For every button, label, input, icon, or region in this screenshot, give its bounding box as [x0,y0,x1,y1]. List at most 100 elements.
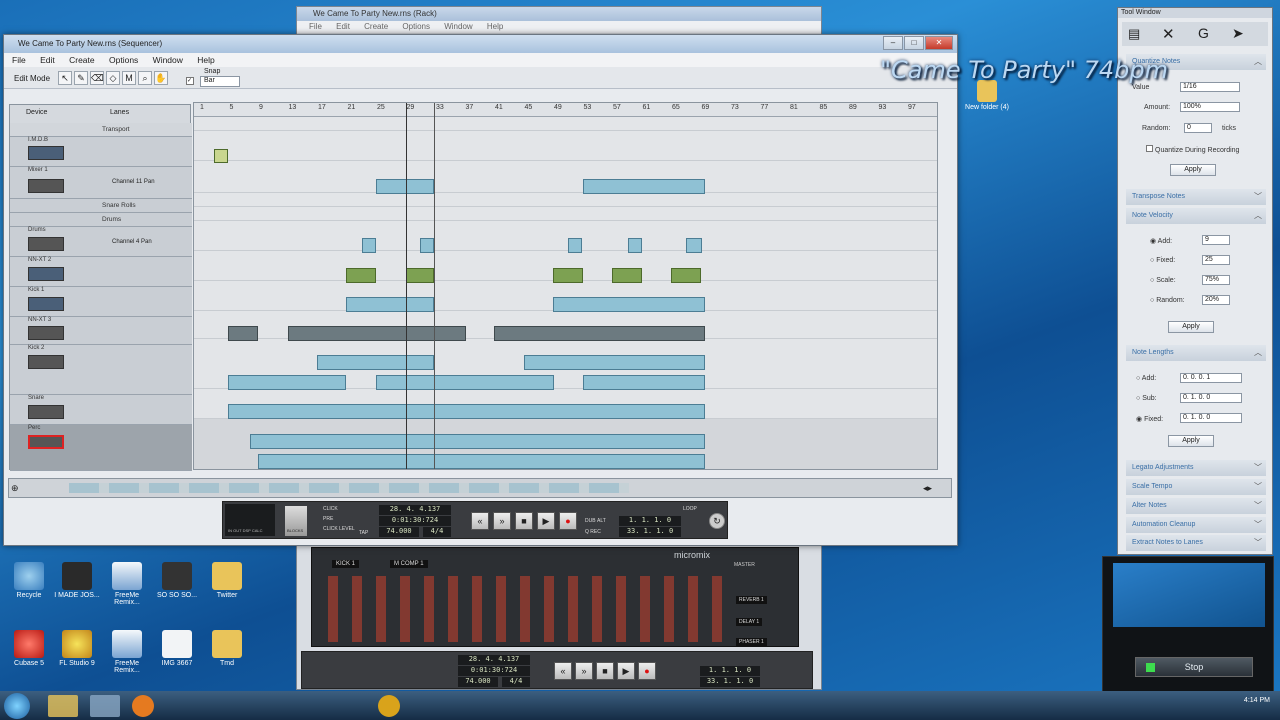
track-kick2[interactable]: Kick 2 [10,345,192,395]
desktop-icon-img[interactable]: IMG 3667 [152,630,202,667]
tool-window[interactable]: Tool Window ▤ ✕ G ➤ Quantize Notes ︿ Val… [1117,7,1273,555]
lengths-sub-field[interactable]: 0. 1. 0. 0 [1180,393,1242,403]
clip[interactable] [250,434,705,449]
clip[interactable] [553,268,583,283]
hand-tool-icon[interactable]: ✋ [154,71,168,85]
lengths-apply-button[interactable]: Apply [1168,435,1214,447]
tools-tab-icon[interactable]: ▤ [1128,26,1140,42]
rack-menu-create[interactable]: Create [364,22,388,31]
section-alter-notes[interactable]: Alter Notes ﹀ [1126,498,1266,514]
track-kick1[interactable]: Kick 1 [10,287,192,317]
stop-recording-button[interactable]: Stop [1135,657,1253,677]
arrangement-grid[interactable]: 1 5 9 13 17 21 25 29 33 37 41 45 49 53 57 61 65 69 73 77 81 8… [193,102,938,470]
clip[interactable] [288,326,466,341]
clip[interactable] [583,375,705,390]
rack-tempo-display[interactable]: 74.000 [458,677,498,687]
track-snare-rolls[interactable]: Snare Rolls [10,199,192,213]
track-mixer1[interactable]: Mixer 1 Channel 11 Pan [10,167,192,199]
rewind-button[interactable]: « [471,512,489,530]
desktop-icon-twitter[interactable]: Twitter [202,562,252,599]
desktop-icon-tmd[interactable]: Tmd [202,630,252,667]
record-button[interactable]: ● [559,512,577,530]
send-delay[interactable]: DELAY 1 [736,618,763,626]
signature-display[interactable]: 4/4 [423,527,451,537]
loop-label[interactable]: LOOP [683,506,697,512]
follow-song-icon[interactable]: ↻ [709,513,725,529]
velocity-scale-field[interactable]: 75% [1202,275,1230,285]
clip[interactable] [671,268,701,283]
taskbar-explorer-icon[interactable] [48,695,78,717]
menu-file[interactable]: File [12,55,26,65]
track-list[interactable]: Device Lanes Transport I.M.D.B Mixer 1 C… [9,104,192,471]
velocity-apply-button[interactable]: Apply [1168,321,1214,333]
clip[interactable] [258,454,705,469]
tempo-display[interactable]: 74.000 [379,527,419,537]
pencil-tool-icon[interactable]: ✎ [74,71,88,85]
clip[interactable] [214,149,228,163]
desktop-icon-recycle[interactable]: Recycle [4,562,54,599]
velocity-fixed-radio[interactable]: ○ Fixed: [1150,257,1175,264]
clip[interactable] [228,404,705,419]
lengths-fixed-radio[interactable]: ◉ Fixed: [1136,415,1163,423]
menu-window[interactable]: Window [153,55,183,65]
micromix-mixer[interactable]: KICK 1 M COMP 1 micromix MASTER REVERB 1… [311,547,799,647]
quantize-random-field[interactable]: 0 [1184,123,1212,133]
desktop-icon-flstudio[interactable]: FL Studio 9 [52,630,102,667]
clip[interactable] [317,355,434,370]
rack-transport-bar[interactable]: 28. 4. 4.137 0:01:30:724 74.000 4/4 « » … [301,651,813,689]
desktop-icon-cubase[interactable]: Cubase 5 [4,630,54,667]
clip[interactable] [376,179,434,194]
clip[interactable] [494,326,705,341]
clip[interactable] [524,355,705,370]
fast-forward-button[interactable]: » [493,512,511,530]
track-drums[interactable]: Drums [10,213,192,227]
rack-loop-left[interactable]: 1. 1. 1. 0 [700,666,760,676]
taskbar-media-icon[interactable] [90,695,120,717]
rack-signature-display[interactable]: 4/4 [502,677,530,687]
loop-left-display[interactable]: 1. 1. 1. 0 [619,516,681,526]
razor-tool-icon[interactable]: ◇ [106,71,120,85]
loop-right-marker[interactable] [434,103,435,469]
clip[interactable] [362,238,376,253]
track-snare[interactable]: Snare [10,395,192,425]
taskbar-clock[interactable]: 4:14 PM [1244,697,1270,704]
select-tool-icon[interactable]: ↖ [58,71,72,85]
overview-zoom-out-icon[interactable]: ◂▸ [923,483,932,494]
overview-zoom-in-icon[interactable]: ⊕ [11,483,19,494]
preview-window[interactable]: Stop [1102,556,1274,692]
velocity-fixed-field[interactable]: 25 [1202,255,1230,265]
stop-button[interactable]: ■ [515,512,533,530]
quantize-amount-select[interactable]: 100% [1180,102,1240,112]
track-perc[interactable]: Perc [10,425,192,471]
rack-menu-options[interactable]: Options [402,22,430,31]
taskbar-reason-icon[interactable] [378,695,400,717]
lengths-sub-radio[interactable]: ○ Sub: [1136,395,1157,402]
mixer-knobs[interactable] [328,576,728,642]
click-label[interactable]: CLICK [323,506,338,512]
edit-tools-tab-icon[interactable]: ✕ [1162,25,1175,43]
alt-label[interactable]: ALT [597,518,606,524]
desktop-icon-imade[interactable]: I MADE JOS... [52,562,102,599]
lengths-add-radio[interactable]: ○ Add: [1136,375,1156,382]
rack-stop-button[interactable]: ■ [596,662,614,680]
velocity-add-field[interactable]: 9 [1202,235,1230,245]
start-button-icon[interactable] [4,693,30,719]
snap-checkbox[interactable]: ✓ [186,77,194,85]
mute-tool-icon[interactable]: M [122,71,136,85]
send-reverb[interactable]: REVERB 1 [736,596,767,604]
tap-label[interactable]: TAP [359,530,368,536]
click-level-label[interactable]: CLICK LEVEL [323,526,355,532]
section-automation-cleanup[interactable]: Automation Cleanup ﹀ [1126,517,1266,533]
edit-mode-label[interactable]: Edit Mode [14,74,50,83]
blocks-button[interactable]: BLOCKS [285,506,307,536]
play-button[interactable]: ▶ [537,512,555,530]
clip[interactable] [346,297,434,312]
rack-menu-help[interactable]: Help [487,22,503,31]
velocity-random-field[interactable]: 20% [1202,295,1230,305]
desktop-icon-soso[interactable]: SO SO SO... [152,562,202,599]
velocity-add-radio[interactable]: ◉ Add: [1150,237,1172,245]
cursor-tab-icon[interactable]: ➤ [1232,25,1244,42]
desktop-icon-freeme-2[interactable]: FreeMe Remix... [102,630,152,674]
track-nnxt3[interactable]: NN-XT 3 [10,317,192,345]
send-phaser[interactable]: PHASER 1 [736,638,767,646]
